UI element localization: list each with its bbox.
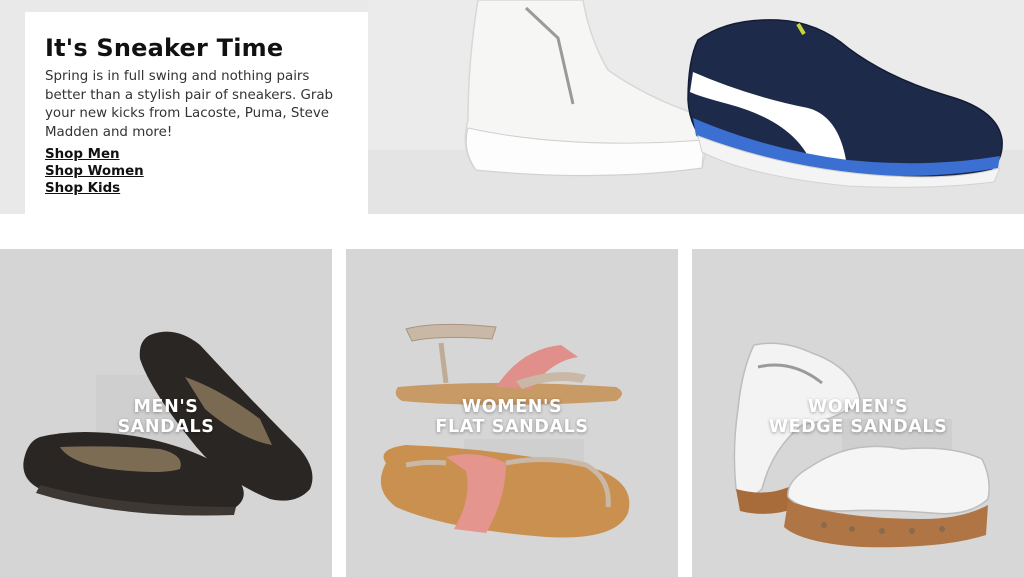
tile-label-line1: WOMEN'S — [461, 397, 563, 417]
hero-title: It's Sneaker Time — [45, 34, 284, 62]
hero-card: It's Sneaker Time Spring is in full swin… — [25, 12, 368, 214]
hero-copy: Spring is in full swing and nothing pair… — [45, 69, 334, 140]
hero-banner: It's Sneaker Time Spring is in full swin… — [0, 0, 1024, 214]
womens-flat-sandals-tile[interactable]: WOMEN'S FLAT SANDALS — [346, 249, 678, 577]
womens-wedge-sandals-label: WOMEN'S WEDGE SANDALS — [692, 397, 1024, 437]
womens-wedge-sandals-tile[interactable]: WOMEN'S WEDGE SANDALS — [692, 249, 1024, 577]
sneakers-image[interactable] — [368, 0, 1024, 214]
shop-men-link[interactable]: Shop Men — [45, 146, 348, 163]
tile-label-line1: WOMEN'S — [807, 397, 909, 417]
tile-label-line2: FLAT SANDALS — [435, 417, 589, 437]
mens-sandals-tile[interactable]: MEN'S SANDALS — [0, 249, 332, 577]
shop-kids-link[interactable]: Shop Kids — [45, 180, 348, 197]
tile-label-line1: MEN'S — [133, 397, 199, 417]
womens-flat-sandals-label: WOMEN'S FLAT SANDALS — [346, 397, 678, 437]
tile-label-line2: SANDALS — [117, 417, 215, 437]
mens-sandals-label: MEN'S SANDALS — [0, 397, 332, 437]
tile-label-line2: WEDGE SANDALS — [768, 417, 948, 437]
shop-women-link[interactable]: Shop Women — [45, 163, 348, 180]
